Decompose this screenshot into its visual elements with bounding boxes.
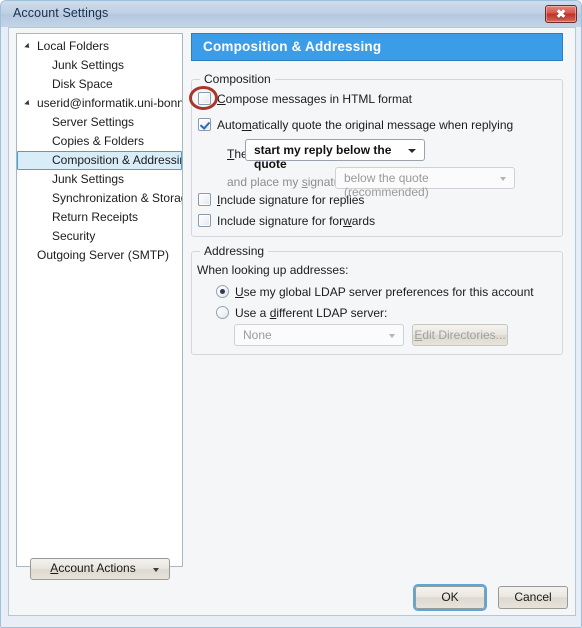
chevron-down-icon <box>500 177 506 181</box>
sidebar-item-label: Server Settings <box>52 115 135 129</box>
close-icon[interactable]: ✖ <box>545 5 577 23</box>
ok-button[interactable]: OK <box>415 586 485 609</box>
sidebar-item-label: Junk Settings <box>52 172 125 186</box>
reply-position-dropdown[interactable]: start my reply below the quote <box>245 139 425 171</box>
addressing-group-title: Addressing <box>200 244 269 258</box>
signature-placement-dropdown[interactable]: below the quote (recommended) <box>335 167 515 199</box>
tree-row-list: Local Folders Junk Settings Disk Space user… <box>17 37 182 265</box>
signature-forwards-label: Include signature for forwards <box>217 214 376 228</box>
signature-replies-label: Include signature for replies <box>217 193 365 207</box>
sidebar-item-label: Composition & Addressing <box>52 153 182 167</box>
signature-placement-value: below the quote (recommended) <box>344 171 429 199</box>
signature-placement-label: and place my signature <box>227 175 352 189</box>
composition-group-title: Composition <box>200 72 275 86</box>
account-tree[interactable]: Local Folders Junk Settings Disk Space user… <box>16 33 183 567</box>
sidebar-item-label: Disk Space <box>52 77 113 91</box>
lookup-addresses-label: When looking up addresses: <box>197 263 349 277</box>
sidebar-item-label: Outgoing Server (SMTP) <box>37 248 170 262</box>
sidebar-item[interactable]: Disk Space <box>17 75 182 94</box>
sidebar-item-label: Copies & Folders <box>52 134 145 148</box>
sidebar-item[interactable]: Composition & Addressing <box>17 151 182 170</box>
sidebar-item[interactable]: Junk Settings <box>17 56 182 75</box>
chevron-down-icon <box>153 568 159 572</box>
account-settings-window: Account Settings ✖ Local Folders Junk Set… <box>0 0 582 628</box>
ldap-server-value: None <box>243 328 272 342</box>
account-actions-button[interactable]: Account Actions <box>30 558 170 580</box>
expand-twisty-icon[interactable] <box>24 42 32 50</box>
sidebar-item-label: userid@informatik.uni-bonn... <box>37 96 182 110</box>
sidebar-item-label: Synchronization & Storage <box>52 191 182 205</box>
ldap-server-dropdown[interactable]: None <box>234 324 404 346</box>
sidebar-item-label: Return Receipts <box>52 210 139 224</box>
close-glyph: ✖ <box>555 7 567 21</box>
sidebar-item[interactable]: Outgoing Server (SMTP) <box>17 246 182 265</box>
sidebar-item[interactable]: Local Folders <box>17 37 182 56</box>
global-ldap-radio[interactable] <box>216 285 229 298</box>
different-ldap-radio[interactable] <box>216 306 229 319</box>
different-ldap-label: Use a different LDAP server: <box>235 306 388 320</box>
expand-twisty-icon[interactable] <box>24 99 32 107</box>
cancel-button[interactable]: Cancel <box>498 586 568 609</box>
sidebar-item-label: Security <box>52 229 96 243</box>
sidebar-item[interactable]: Synchronization & Storage <box>17 189 182 208</box>
sidebar-item[interactable]: userid@informatik.uni-bonn... <box>17 94 182 113</box>
sidebar-item-label: Junk Settings <box>52 58 125 72</box>
account-actions-label: Account Actions <box>50 561 136 575</box>
signature-replies-checkbox[interactable] <box>198 193 211 206</box>
compose-html-label: Compose messages in HTML format <box>217 92 412 106</box>
window-title: Account Settings <box>13 6 109 20</box>
sidebar-item[interactable]: Server Settings <box>17 113 182 132</box>
sidebar-item[interactable]: Junk Settings <box>17 170 182 189</box>
auto-quote-label: Automatically quote the original message… <box>217 118 514 132</box>
sidebar-item[interactable]: Return Receipts <box>17 208 182 227</box>
title-bar[interactable]: Account Settings ✖ <box>1 1 581 27</box>
sidebar-item[interactable]: Security <box>17 227 182 246</box>
global-ldap-label: Use my global LDAP server preferences fo… <box>235 285 534 299</box>
compose-html-checkbox[interactable] <box>198 92 211 105</box>
signature-forwards-checkbox[interactable] <box>198 214 211 227</box>
edit-directories-button[interactable]: Edit Directories... <box>412 324 508 346</box>
chevron-down-icon <box>389 334 395 338</box>
auto-quote-checkbox[interactable] <box>198 118 211 131</box>
chevron-down-icon <box>408 149 416 153</box>
sidebar-item-label: Local Folders <box>37 39 110 53</box>
page-title: Composition & Addressing <box>191 33 563 61</box>
sidebar-item[interactable]: Copies & Folders <box>17 132 182 151</box>
